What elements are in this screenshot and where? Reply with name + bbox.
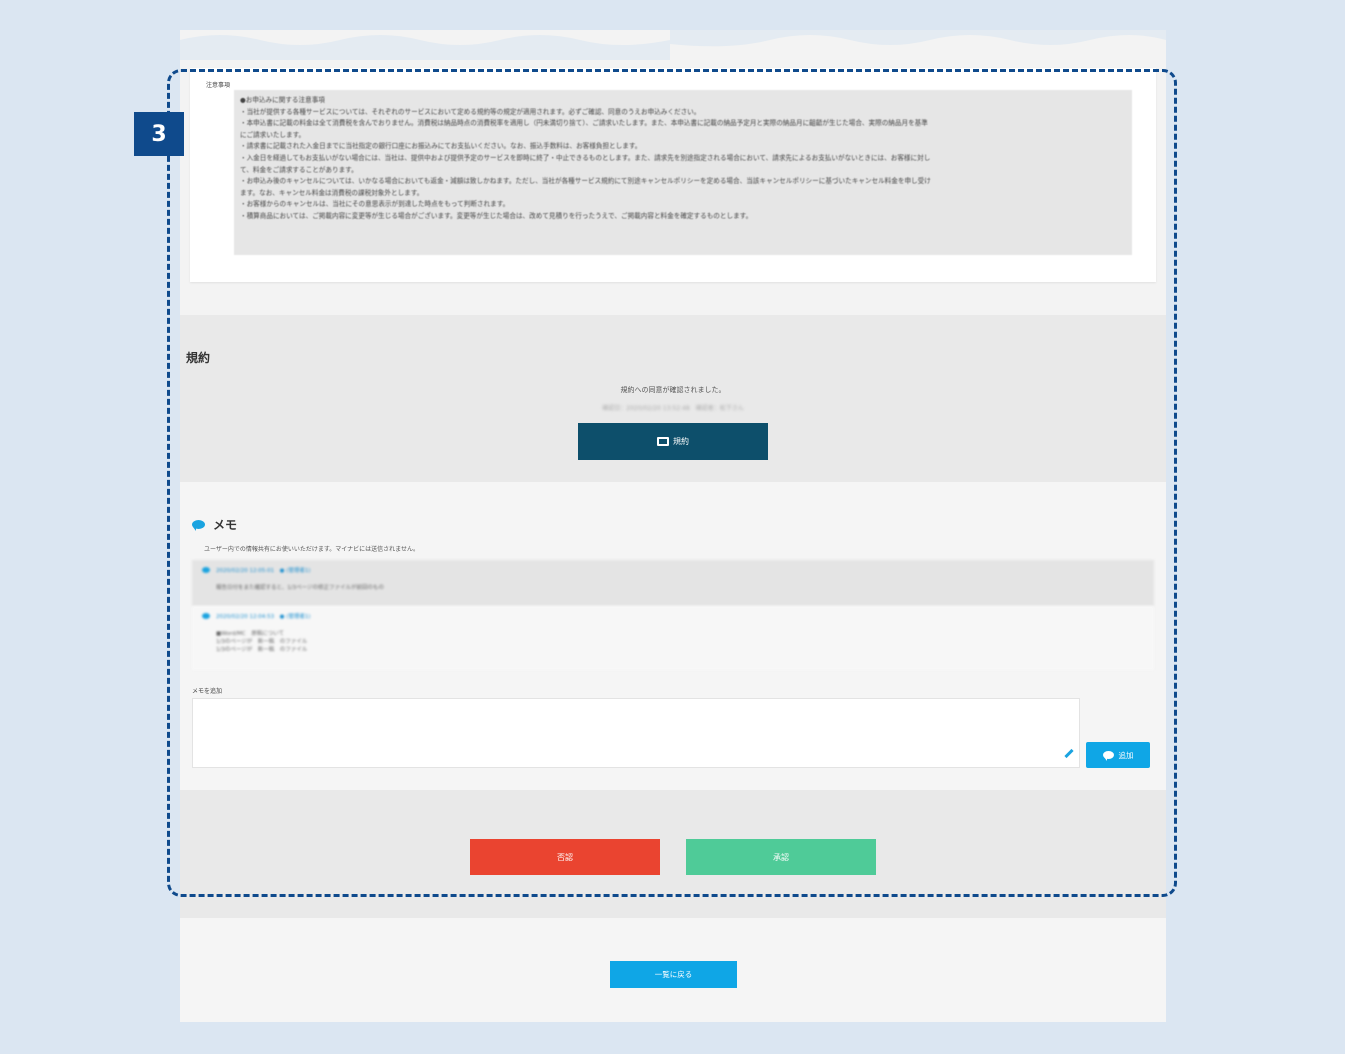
memo-add-label: メモを追加: [192, 688, 223, 695]
memo-entry-meta: 2020/02/20 12:05:01 ● (管理者1): [202, 566, 1144, 574]
back-to-list-button[interactable]: 一覧に戻る: [610, 961, 737, 988]
memo-description: ユーザー内での情報共有にお使いいただけます。マイナビには送信されません。: [204, 546, 419, 553]
memo-add-button[interactable]: 追加: [1086, 742, 1150, 768]
notes-card: 注意事項 ●お申込みに関する注意事項 ・当社が提供する各種サービスについては、そ…: [190, 68, 1156, 282]
notes-line: ●お申込みに関する注意事項: [240, 96, 325, 104]
memo-input[interactable]: [192, 698, 1080, 768]
notes-line: ・入金日を経過してもお支払いがない場合には、当社は、提供中および提供予定のサービ…: [240, 153, 931, 162]
memo-entry-body: ■Word/MC 原稿について 1/3のページが 新一稿 のファイル 1/3のペ…: [216, 631, 308, 653]
book-icon: [657, 437, 669, 446]
terms-section: 規約 規約への同意が確認されました。 確認日：2020/02/20 13:52:…: [180, 315, 1166, 482]
notes-line: ・お申込み後のキャンセルについては、いかなる場合においても返金・減額は致しかねま…: [240, 177, 931, 186]
memo-entry: 2020/02/20 12:04:53 ● (管理者1) ■Word/MC 原稿…: [192, 606, 1154, 670]
memo-entry-body: 報告日付をまた確認すると、1/3ページの修正ファイルが前回のもの: [216, 585, 385, 591]
terms-confirmation-meta: 確認日：2020/02/20 13:52:48 確認者：松下さん: [602, 405, 744, 412]
notes-box: ●お申込みに関する注意事項 ・当社が提供する各種サービスについては、それぞれのサ…: [234, 90, 1132, 255]
memo-add-button-label: 追加: [1118, 750, 1134, 760]
memo-entry-meta: 2020/02/20 12:04:53 ● (管理者1): [202, 612, 1144, 620]
page-footer: 一覧に戻る: [180, 918, 1166, 1022]
terms-button[interactable]: 規約: [578, 423, 768, 460]
chat-bubble-icon: [202, 613, 210, 619]
memo-title: メモ: [192, 516, 237, 533]
memo-entry-meta-text: 2020/02/20 12:05:01 ● (管理者1): [216, 568, 311, 574]
notes-line: ・請求書に記載された入金日までに当社指定の銀行口座にお振込みにてお支払いください…: [240, 142, 642, 151]
notes-line: ・お客様からのキャンセルは、当社にその意思表示が到達した時点をもって判断されます…: [240, 200, 510, 209]
chat-bubble-icon: [1102, 751, 1114, 761]
notes-line: て、料金をご請求することがあります。: [240, 165, 358, 174]
terms-status: 規約への同意が確認されました。: [620, 386, 726, 394]
step-number-badge: 3: [134, 112, 184, 156]
memo-entry-meta-text: 2020/02/20 12:04:53 ● (管理者1): [216, 614, 311, 620]
approval-page: 注意事項 ●お申込みに関する注意事項 ・当社が提供する各種サービスについては、そ…: [180, 30, 1166, 1022]
terms-title: 規約: [186, 351, 211, 365]
terms-button-label: 規約: [673, 437, 689, 446]
notes-line: ・積算商品においては、ご掲載内容に変更等が生じる場合がございます。変更等が生じた…: [240, 211, 753, 220]
notes-line: ます。なお、キャンセル料金は消費税の課税対象外とします。: [240, 188, 424, 197]
notes-line: ・当社が提供する各種サービスについては、それぞれのサービスにおいて定める規約等の…: [240, 107, 701, 116]
notes-heading: 注意事項: [206, 82, 231, 89]
chat-bubble-icon: [202, 567, 210, 573]
chat-bubble-icon: [192, 520, 205, 531]
torn-edge-decoration: [180, 30, 1166, 60]
notes-line: にご請求いたします。: [240, 130, 306, 139]
notes-line: ・本申込書に記載の料金は全て消費税を含んでおりません。消費税は納品時点の消費税率…: [240, 119, 928, 128]
memo-list: 2020/02/20 12:05:01 ● (管理者1) 報告日付をまた確認する…: [192, 560, 1154, 670]
approve-button[interactable]: 承認: [686, 839, 876, 875]
approval-actions: 否認 承認: [180, 790, 1166, 918]
reject-button[interactable]: 否認: [470, 839, 660, 875]
memo-section: メモ ユーザー内での情報共有にお使いいただけます。マイナビには送信されません。 …: [180, 482, 1166, 790]
memo-title-label: メモ: [213, 518, 238, 532]
memo-entry: 2020/02/20 12:05:01 ● (管理者1) 報告日付をまた確認する…: [192, 560, 1154, 606]
